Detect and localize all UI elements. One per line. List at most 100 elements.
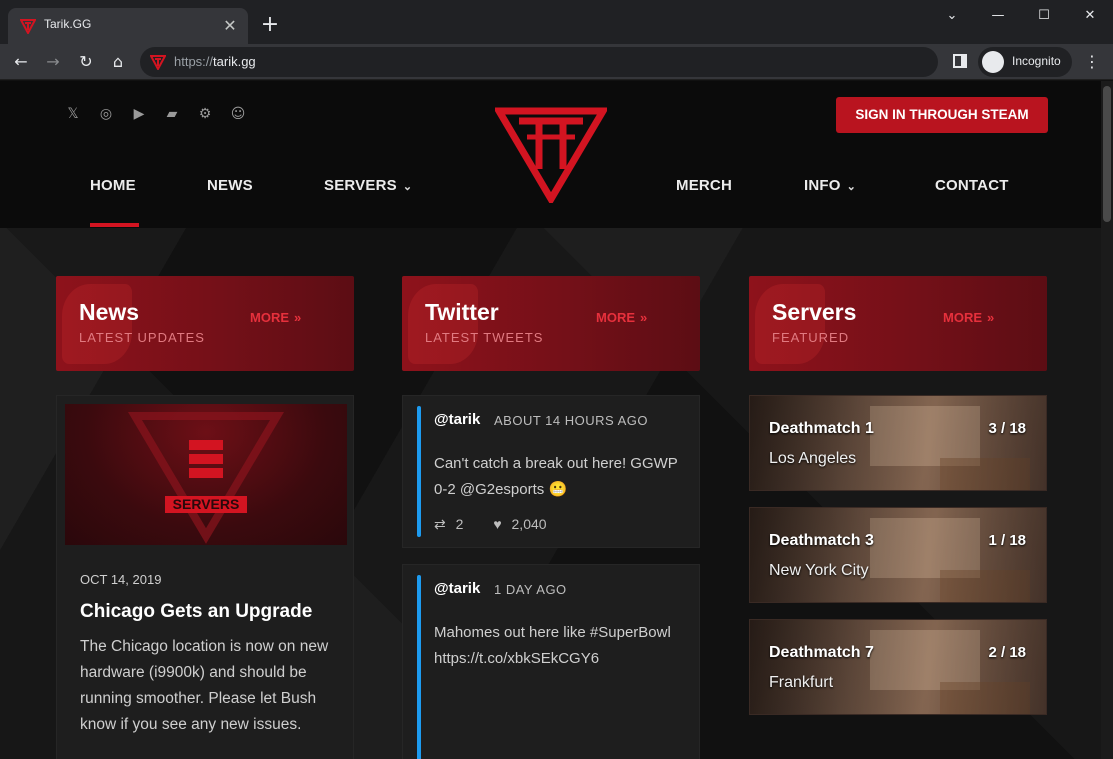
servers-section-header: Servers FEATURED MORE » [749, 276, 1047, 371]
social-links: 𝕏 ◎ ▶ ▰ ⚙ ☺ [64, 105, 247, 123]
discord-icon[interactable]: ☺ [229, 105, 247, 123]
scrollbar-thumb[interactable] [1103, 86, 1111, 222]
incognito-label: Incognito [1012, 54, 1061, 68]
news-section-header: News LATEST UPDATES MORE » [56, 276, 354, 371]
server-location: Frankfurt [769, 674, 834, 691]
tweet-stats: ⇄ 2 ♥ 2,040 [434, 516, 553, 533]
tab-close-icon[interactable]: ✕ [220, 16, 240, 36]
nav-home[interactable]: HOME [90, 177, 136, 194]
active-nav-indicator [90, 223, 139, 227]
more-label: MORE [943, 310, 982, 325]
servers-subtitle: FEATURED [772, 330, 850, 345]
site-favicon-icon [150, 55, 166, 70]
tarik-favicon-icon [20, 19, 36, 34]
image-shade [750, 620, 1046, 714]
retweet-icon[interactable]: ⇄ [434, 516, 446, 532]
browser-tab[interactable]: Tarik.GG ✕ [8, 8, 248, 44]
twitter-section-header: Twitter LATEST TWEETS MORE » [402, 276, 700, 371]
twitter-subtitle: LATEST TWEETS [425, 330, 544, 345]
incognito-icon [982, 51, 1004, 73]
twitter-title: Twitter [425, 299, 499, 325]
nav-info[interactable]: INFO ⌄ [804, 177, 856, 194]
nav-servers[interactable]: SERVERS ⌄ [324, 177, 412, 194]
server-location: New York City [769, 562, 869, 579]
server-card[interactable]: Deathmatch 1 Los Angeles 3 / 18 [749, 395, 1047, 491]
url-protocol: https:// [174, 54, 214, 69]
steam-icon[interactable]: ⚙ [196, 105, 214, 123]
news-subtitle: LATEST UPDATES [79, 330, 205, 345]
browser-menu-icon[interactable]: ⋮ [1084, 50, 1100, 74]
page-content: 𝕏 ◎ ▶ ▰ ⚙ ☺ SIGN IN THROUGH STEAM HOME N… [0, 81, 1113, 759]
tweet-card[interactable]: @tarik 1 DAY AGO Mahomes out here like #… [402, 564, 700, 759]
news-more-link[interactable]: MORE » [250, 310, 301, 325]
news-post-body: The Chicago location is now on new hardw… [80, 638, 329, 733]
browser-toolbar: ← → ↻ ⌂ https://tarik.gg Incognito ⋮ [0, 44, 1113, 80]
twitch-icon[interactable]: ▰ [163, 105, 181, 123]
forward-icon[interactable]: → [41, 50, 65, 74]
double-chevron-right-icon: » [294, 310, 302, 325]
heart-icon[interactable]: ♥ [493, 516, 501, 532]
image-shade [750, 396, 1046, 490]
youtube-icon[interactable]: ▶ [130, 105, 148, 123]
browser-tab-bar: Tarik.GG ✕ + ⌄ — ☐ ✕ [0, 0, 1113, 44]
tweet-time: ABOUT 14 HOURS AGO [494, 413, 648, 428]
server-name: Deathmatch 7 [769, 644, 874, 661]
url-host: tarik.gg [213, 54, 256, 69]
instagram-icon[interactable]: ◎ [97, 105, 115, 123]
chevron-down-icon: ⌄ [402, 181, 413, 193]
server-location: Los Angeles [769, 450, 857, 467]
tweet-user[interactable]: @tarik [434, 580, 480, 597]
server-card[interactable]: Deathmatch 7 Frankfurt 2 / 18 [749, 619, 1047, 715]
twitter-more-link[interactable]: MORE » [596, 310, 647, 325]
reload-icon[interactable]: ↻ [74, 50, 98, 74]
tab-search-icon[interactable]: ⌄ [929, 0, 975, 32]
back-icon[interactable]: ← [9, 50, 33, 74]
retweet-count: 2 [455, 516, 464, 532]
nav-merch[interactable]: MERCH [676, 177, 732, 194]
minimize-button[interactable]: — [975, 0, 1021, 32]
servers-banner-graphic: SERVERS [127, 412, 285, 544]
tweet-time: 1 DAY AGO [494, 582, 567, 597]
news-title: News [79, 299, 140, 325]
nav-news[interactable]: NEWS [207, 177, 253, 194]
tweet-accent-bar [417, 575, 421, 759]
tarik-logo[interactable] [495, 107, 607, 203]
like-count: 2,040 [511, 516, 547, 532]
nav-contact[interactable]: CONTACT [935, 177, 1009, 194]
close-window-button[interactable]: ✕ [1067, 0, 1113, 32]
maximize-button[interactable]: ☐ [1021, 0, 1067, 32]
steam-sign-in-button[interactable]: SIGN IN THROUGH STEAM [836, 97, 1048, 133]
twitter-icon[interactable]: 𝕏 [64, 105, 82, 123]
server-name: Deathmatch 1 [769, 420, 874, 437]
server-card[interactable]: Deathmatch 3 New York City 1 / 18 [749, 507, 1047, 603]
site-header: 𝕏 ◎ ▶ ▰ ⚙ ☺ SIGN IN THROUGH STEAM HOME N… [0, 81, 1101, 228]
news-post-image: SERVERS [65, 404, 347, 545]
home-icon[interactable]: ⌂ [106, 50, 130, 74]
tab-title: Tarik.GG [44, 17, 92, 31]
nav-info-label: INFO [804, 177, 841, 194]
news-post-title[interactable]: Chicago Gets an Upgrade [80, 601, 312, 623]
tweet-text: Can't catch a break out here! GGWP 0-2 @… [434, 455, 678, 498]
tweet-user[interactable]: @tarik [434, 411, 480, 428]
address-bar[interactable]: https://tarik.gg [140, 47, 938, 77]
tweet-accent-bar [417, 406, 421, 537]
side-panel-icon[interactable] [953, 54, 967, 68]
url-text: https://tarik.gg [174, 54, 256, 69]
nav-servers-label: SERVERS [324, 177, 397, 194]
server-player-count: 1 / 18 [988, 532, 1026, 549]
server-name: Deathmatch 3 [769, 532, 874, 549]
server-player-count: 2 / 18 [988, 644, 1026, 661]
news-post-card[interactable]: SERVERS OCT 14, 2019 Chicago Gets an Upg… [56, 395, 354, 759]
more-label: MORE [596, 310, 635, 325]
double-chevron-right-icon: » [640, 310, 648, 325]
incognito-indicator[interactable]: Incognito [978, 47, 1072, 77]
tweet-card[interactable]: @tarik ABOUT 14 HOURS AGO Can't catch a … [402, 395, 700, 548]
server-player-count: 3 / 18 [988, 420, 1026, 437]
new-tab-button[interactable]: + [258, 13, 282, 37]
news-date: OCT 14, 2019 [80, 572, 162, 587]
servers-title: Servers [772, 299, 857, 325]
image-shade [750, 508, 1046, 602]
servers-more-link[interactable]: MORE » [943, 310, 994, 325]
double-chevron-right-icon: » [987, 310, 995, 325]
news-image-label: SERVERS [173, 496, 240, 512]
